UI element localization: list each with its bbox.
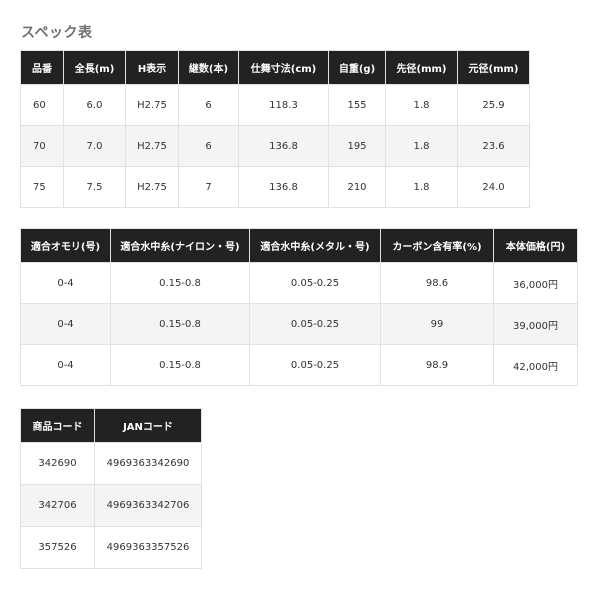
table-cell: 70 bbox=[20, 125, 64, 167]
spec-table-main: 品番 全長(m) H表示 継数(本) 仕舞寸法(cm) 自重(g) 先径(mm)… bbox=[20, 50, 530, 208]
table-row: 0-4 0.15-0.8 0.05-0.25 98.9 42,000円 bbox=[20, 344, 578, 386]
table-cell: 0.15-0.8 bbox=[110, 344, 250, 386]
header-cell: 本体価格(円) bbox=[493, 228, 578, 263]
table-cell: 39,000円 bbox=[493, 303, 578, 345]
table-cell: 4969363342690 bbox=[94, 442, 202, 485]
header-cell: カーボン含有率(%) bbox=[380, 228, 494, 263]
table-cell: 23.6 bbox=[457, 125, 530, 167]
header-row: 商品コード JANコード bbox=[20, 408, 202, 443]
table-cell: 357526 bbox=[20, 526, 95, 569]
header-cell: JANコード bbox=[94, 408, 202, 443]
header-cell: 仕舞寸法(cm) bbox=[238, 50, 329, 85]
header-cell: 全長(m) bbox=[63, 50, 126, 85]
table-cell: 4969363357526 bbox=[94, 526, 202, 569]
header-cell: 自重(g) bbox=[328, 50, 386, 85]
table-cell: 60 bbox=[20, 84, 64, 126]
table-cell: H2.75 bbox=[125, 125, 179, 167]
table-cell: 98.6 bbox=[380, 262, 494, 304]
table-cell: 136.8 bbox=[238, 125, 329, 167]
table-cell: 36,000円 bbox=[493, 262, 578, 304]
table-cell: 98.9 bbox=[380, 344, 494, 386]
table-row: 0-4 0.15-0.8 0.05-0.25 99 39,000円 bbox=[20, 303, 578, 345]
table-cell: 1.8 bbox=[385, 125, 458, 167]
product-code-table: 商品コード JANコード 342690 4969363342690 342706… bbox=[20, 408, 202, 569]
table-cell: 4969363342706 bbox=[94, 484, 202, 527]
header-row: 適合オモリ(号) 適合水中糸(ナイロン・号) 適合水中糸(メタル・号) カーボン… bbox=[20, 228, 578, 263]
table-cell: 6 bbox=[178, 125, 239, 167]
table-cell: 1.8 bbox=[385, 84, 458, 126]
header-row: 品番 全長(m) H表示 継数(本) 仕舞寸法(cm) 自重(g) 先径(mm)… bbox=[20, 50, 530, 85]
table-row: 342706 4969363342706 bbox=[20, 484, 202, 527]
table-cell: 7.0 bbox=[63, 125, 126, 167]
table-cell: 6.0 bbox=[63, 84, 126, 126]
table-cell: 0.15-0.8 bbox=[110, 262, 250, 304]
table-cell: 7 bbox=[178, 166, 239, 208]
table-cell: 0-4 bbox=[20, 262, 111, 304]
table-cell: 0.15-0.8 bbox=[110, 303, 250, 345]
table-cell: 24.0 bbox=[457, 166, 530, 208]
table-cell: 118.3 bbox=[238, 84, 329, 126]
header-cell: 元径(mm) bbox=[457, 50, 530, 85]
table-cell: 210 bbox=[328, 166, 386, 208]
header-cell: 先径(mm) bbox=[385, 50, 458, 85]
table-cell: 25.9 bbox=[457, 84, 530, 126]
table-cell: 0.05-0.25 bbox=[249, 303, 381, 345]
table-cell: 0-4 bbox=[20, 303, 111, 345]
header-cell: 適合オモリ(号) bbox=[20, 228, 111, 263]
table-cell: 6 bbox=[178, 84, 239, 126]
table-cell: 75 bbox=[20, 166, 64, 208]
table-row: 75 7.5 H2.75 7 136.8 210 1.8 24.0 bbox=[20, 166, 530, 208]
table-cell: 0-4 bbox=[20, 344, 111, 386]
table-row: 342690 4969363342690 bbox=[20, 442, 202, 485]
table-cell: H2.75 bbox=[125, 84, 179, 126]
table-cell: 99 bbox=[380, 303, 494, 345]
table-row: 70 7.0 H2.75 6 136.8 195 1.8 23.6 bbox=[20, 125, 530, 167]
table-cell: 42,000円 bbox=[493, 344, 578, 386]
table-cell: 195 bbox=[328, 125, 386, 167]
header-cell: 商品コード bbox=[20, 408, 95, 443]
table-cell: 7.5 bbox=[63, 166, 126, 208]
spec-table-tackle: 適合オモリ(号) 適合水中糸(ナイロン・号) 適合水中糸(メタル・号) カーボン… bbox=[20, 228, 578, 386]
header-cell: H表示 bbox=[125, 50, 179, 85]
table-cell: 155 bbox=[328, 84, 386, 126]
table-cell: 1.8 bbox=[385, 166, 458, 208]
table-cell: 0.05-0.25 bbox=[249, 262, 381, 304]
table-row: 60 6.0 H2.75 6 118.3 155 1.8 25.9 bbox=[20, 84, 530, 126]
table-row: 357526 4969363357526 bbox=[20, 526, 202, 569]
header-cell: 品番 bbox=[20, 50, 64, 85]
header-cell: 継数(本) bbox=[178, 50, 239, 85]
page-title: スペック表 bbox=[21, 25, 93, 41]
table-cell: 0.05-0.25 bbox=[249, 344, 381, 386]
table-cell: H2.75 bbox=[125, 166, 179, 208]
table-cell: 136.8 bbox=[238, 166, 329, 208]
table-cell: 342706 bbox=[20, 484, 95, 527]
header-cell: 適合水中糸(ナイロン・号) bbox=[110, 228, 250, 263]
header-cell: 適合水中糸(メタル・号) bbox=[249, 228, 381, 263]
table-row: 0-4 0.15-0.8 0.05-0.25 98.6 36,000円 bbox=[20, 262, 578, 304]
table-cell: 342690 bbox=[20, 442, 95, 485]
